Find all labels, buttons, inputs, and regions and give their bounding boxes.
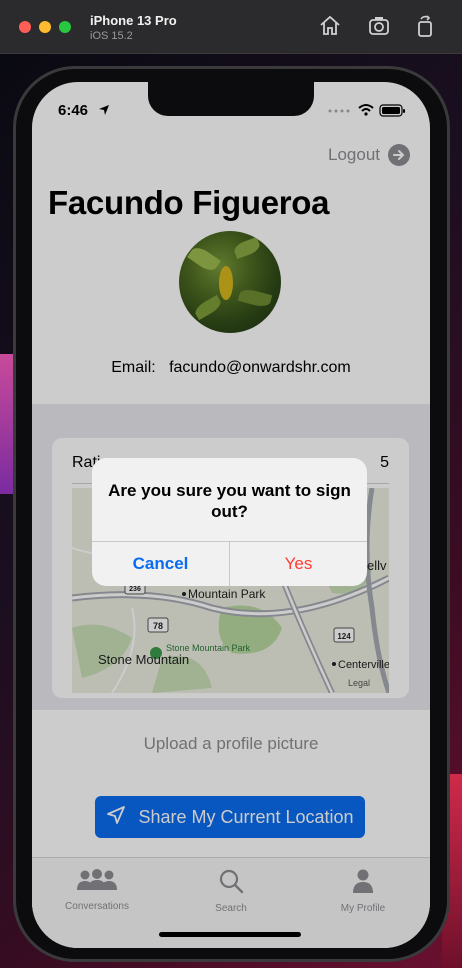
cancel-button[interactable]: Cancel [92,542,229,586]
simulator-device-name: iPhone 13 Pro [90,13,177,28]
minimize-window-button[interactable] [39,21,51,33]
simulator-toolbar: iPhone 13 Pro iOS 15.2 [0,0,462,54]
rotate-icon[interactable] [413,14,437,38]
close-window-button[interactable] [19,21,31,33]
confirm-sign-out-button[interactable]: Yes [230,542,367,586]
home-indicator [159,932,301,937]
zoom-window-button[interactable] [59,21,71,33]
phone-screen: 6:46 Logout Facundo Figueroa Email: facu… [32,82,430,948]
home-icon[interactable] [318,14,342,38]
simulator-os-version: iOS 15.2 [90,30,133,42]
alert-title: Are you sure you want to sign out? [108,481,351,521]
sign-out-alert: Are you sure you want to sign out? Cance… [92,458,367,586]
screenshot-icon[interactable] [367,14,391,38]
notch [148,82,314,116]
